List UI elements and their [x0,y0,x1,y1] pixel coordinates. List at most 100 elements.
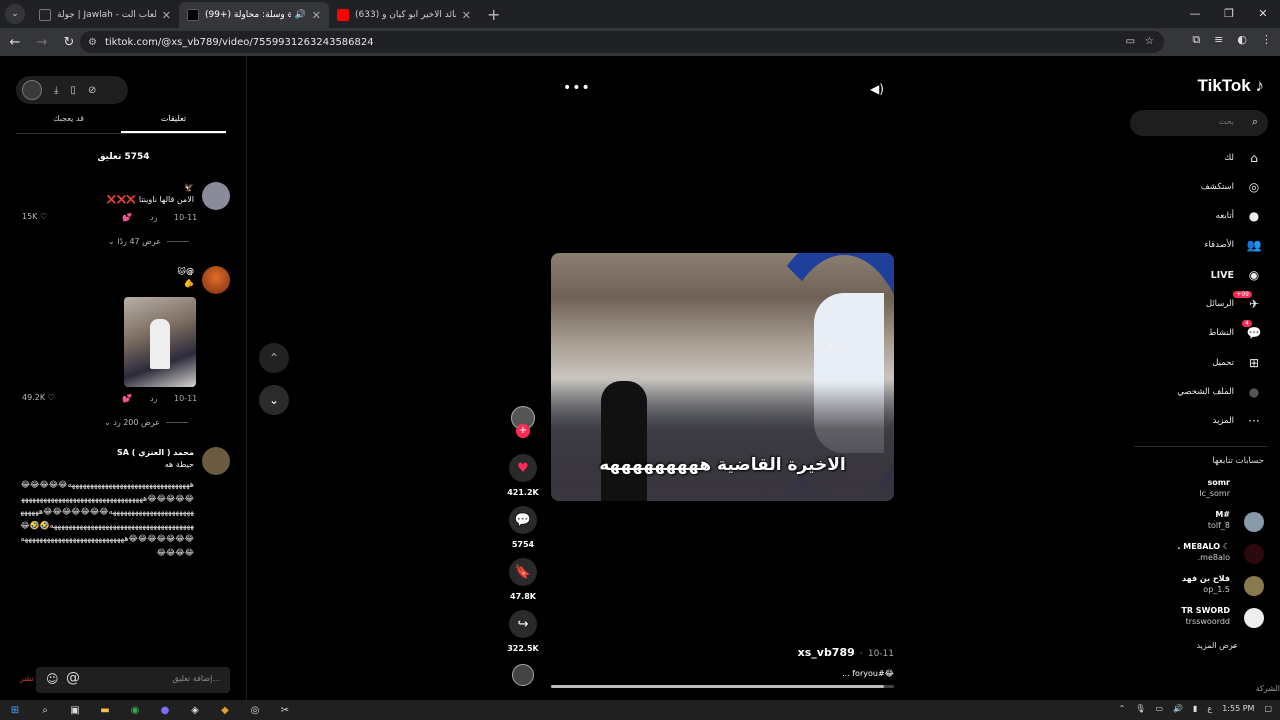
tiktok-logo[interactable]: ♪ TikTok [1198,76,1264,96]
next-video-button[interactable]: ⌄ [259,385,289,415]
menu-kebab-icon[interactable]: ⋮ [1261,33,1272,47]
new-tab-button[interactable]: + [487,5,500,24]
search-icon[interactable]: ⌕ [30,705,60,716]
video-description[interactable]: 😂#foryou ... [551,669,894,678]
like-count[interactable]: 49.2K ♡ [22,393,55,402]
compass-icon[interactable]: ⊘ [88,85,96,96]
nav-profile[interactable]: ● الملف الشخصي [1177,382,1264,402]
close-icon[interactable]: ✕ [312,9,321,22]
creator-avatar-button[interactable]: + [502,406,544,438]
game-icon[interactable]: ◆ [210,705,240,716]
address-bar[interactable]: ⚙ tiktok.com/@xs_vb789/video/75599312632… [80,31,1164,53]
notification-icon[interactable]: ▢ [1264,704,1272,713]
nav-live[interactable]: ◉ LIVE [1211,265,1264,285]
chevron-up-icon[interactable]: ⌃ [1119,704,1126,713]
nav-explore[interactable]: ◎ استكشف [1201,177,1264,197]
share-button[interactable]: ↪ 322.5K [502,610,544,653]
download-icon[interactable]: ⤓ [54,85,58,96]
nav-for-you[interactable]: ⌂ لك [1224,148,1264,168]
view-replies-button[interactable]: عرض 200 رد ⌄ [104,418,188,427]
task-view-icon[interactable]: ▣ [60,705,90,716]
forward-icon[interactable]: → [30,35,54,50]
heart-icon[interactable]: 💕 [122,394,132,403]
like-button[interactable]: ♥ 421.2K [502,454,544,497]
more-options-icon[interactable]: ••• [563,80,591,96]
windows-start-icon[interactable]: ⊞ [0,705,30,716]
tab-youtube[interactable]: (633) اغنية القائد الاخير ابو كيان و... … [329,2,479,28]
avatar[interactable] [22,80,42,100]
music-disc-button[interactable] [502,664,544,686]
nav-friends[interactable]: 👥 الأصدقاء [1204,235,1264,255]
profile-icon[interactable]: ◐ [1237,33,1247,47]
account-handle: trsswoordd [1185,617,1230,626]
comment-text: الامن قالها ناوينتا ❌❌❌ [106,195,194,204]
chrome-icon[interactable]: ◉ [120,705,150,716]
tab-tiktok[interactable]: (99+) فقرة كرة وسلة: محاولة... 🔊 ✕ [179,2,329,28]
avatar[interactable] [202,182,230,210]
nav-more[interactable]: ··· المزيد [1213,411,1264,431]
tab-comments[interactable]: تعليقات [121,114,226,133]
previous-video-button[interactable]: ⌃ [259,343,289,373]
post-comment-button[interactable]: نشر [20,674,34,683]
reload-icon[interactable]: ↻ [57,35,81,50]
emoji-icon[interactable]: ☺ [46,672,59,686]
microphone-icon[interactable]: 🎙 [1135,704,1145,713]
comment-username[interactable]: محمد ( العنزي ) SA [10,447,194,459]
site-info-icon[interactable]: ⚙ [88,37,97,48]
minimize-button[interactable]: — [1178,0,1212,28]
tab-jawlah[interactable]: جولة | Jawlah - منصة الألعاب الت... ✕ [31,2,179,28]
reply-button[interactable]: رد [150,213,157,222]
comment-username[interactable]: 🦅 [10,182,194,194]
cast-icon[interactable]: ▭ [1126,36,1135,47]
file-explorer-icon[interactable]: ▬ [90,705,120,716]
network-icon[interactable]: ▭ [1155,704,1163,713]
save-button[interactable]: 🔖 47.8K [502,558,544,601]
discord-icon[interactable]: ● [150,705,180,716]
mention-icon[interactable]: @ [66,670,80,686]
comment-username[interactable]: @🐱 [10,266,194,278]
app-icon[interactable]: ◈ [180,705,210,716]
comment-video-thumbnail[interactable] [124,297,196,387]
like-count-text: 15K [22,212,38,221]
video-progress-bar[interactable] [551,685,894,688]
battery-icon[interactable]: ▮ [1193,704,1197,713]
close-icon[interactable]: ✕ [162,9,171,22]
bookmark-star-icon[interactable]: ☆ [1145,36,1154,47]
capcut-icon[interactable]: ✂ [270,705,300,716]
tab-search-icon[interactable]: ⌄ [5,4,25,24]
video-player[interactable]: الاخيرة القاضية هههههههههه [551,253,894,501]
avatar[interactable] [202,266,230,294]
close-icon[interactable]: ✕ [462,9,471,22]
tab-you-may-like[interactable]: قد يعجبك [16,114,121,133]
like-count[interactable]: 15K ♡ [22,212,47,221]
company-link[interactable]: الشركة [1256,684,1280,693]
search-icon[interactable]: ⌕ [1252,115,1258,129]
nav-messages[interactable]: ✈ 99+ الرسائل [1206,291,1264,314]
media-icon[interactable]: ≡ [1214,33,1223,47]
comment-button[interactable]: 💬 5754 [502,506,544,549]
speaker-icon[interactable]: 🔊 [1173,704,1183,713]
author-name[interactable]: xs_vb789 [798,646,855,659]
view-replies-button[interactable]: عرض 47 ردًا ⌄ [108,237,189,246]
search-input[interactable]: ⌕ بحث [1130,110,1268,136]
steam-icon[interactable]: ◎ [240,705,270,716]
maximize-button[interactable]: ❐ [1212,0,1246,28]
nav-following[interactable]: ● أتابعه [1216,206,1264,226]
back-icon[interactable]: ← [3,35,27,50]
phone-icon[interactable]: ▯ [70,85,76,96]
volume-icon[interactable]: ◀) [870,82,884,96]
nav-activity[interactable]: 💬 4 النشاط [1208,320,1264,343]
comment-input[interactable]: ☺ @ إضافة تعليق... [36,667,230,693]
nav-label: استكشف [1200,182,1234,192]
nav-upload[interactable]: ⊞ تحميل [1212,353,1264,373]
reply-button[interactable]: رد [150,394,157,403]
close-window-button[interactable]: ✕ [1246,0,1280,28]
follow-plus-icon[interactable]: + [516,424,530,438]
extensions-icon[interactable]: ⧉ [1192,33,1200,47]
heart-icon[interactable]: 💕 [122,213,132,222]
clock[interactable]: 1:55 PM [1222,704,1254,713]
language-indicator[interactable]: ع [1207,704,1212,713]
audio-icon[interactable]: 🔊 [295,10,306,20]
avatar[interactable] [202,447,230,475]
see-more-link[interactable]: عرض المزيد [1196,641,1238,650]
